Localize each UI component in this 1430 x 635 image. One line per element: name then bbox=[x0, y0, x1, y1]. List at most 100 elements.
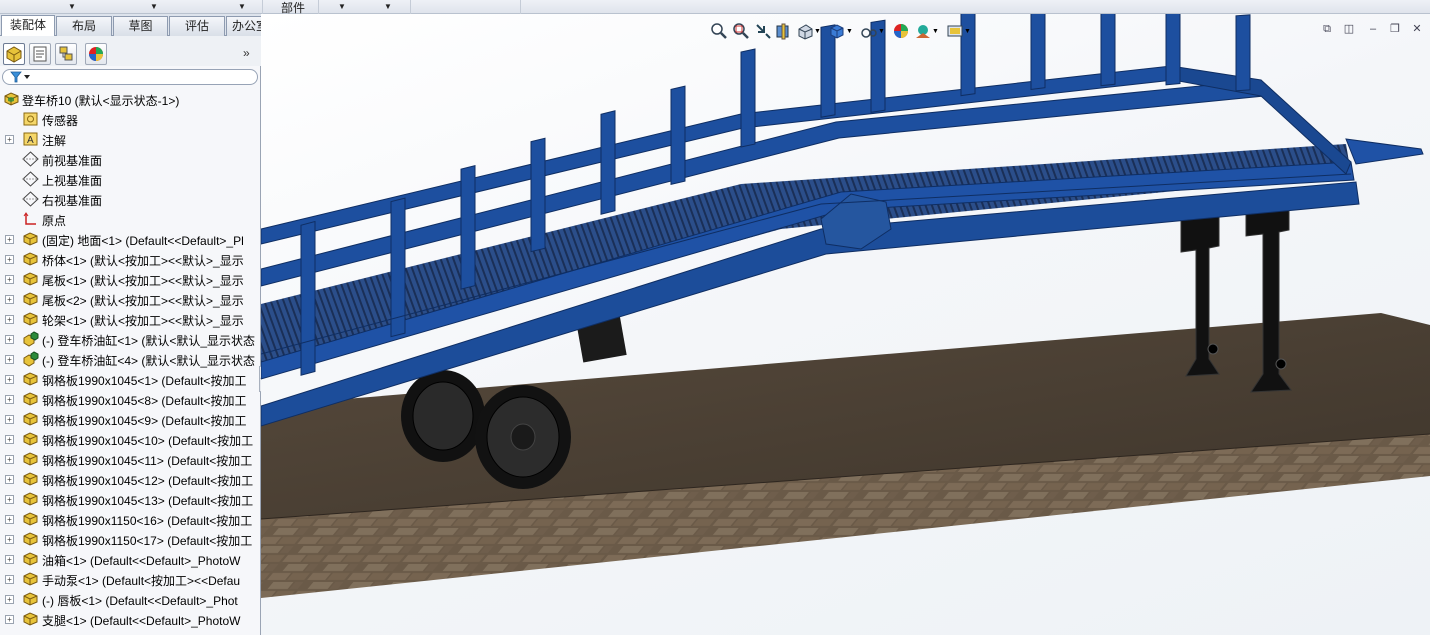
expand-toggle-icon[interactable]: + bbox=[5, 535, 14, 544]
hide-show-items-icon[interactable] bbox=[860, 22, 878, 40]
tree-item[interactable]: 前视基准面 bbox=[0, 149, 261, 169]
tree-item[interactable]: + 钢格板1990x1045<9> (Default<按加工 bbox=[0, 409, 261, 429]
zoom-to-area-icon[interactable] bbox=[732, 22, 750, 40]
tree-item[interactable]: 登车桥10 (默认<显示状态-1>) bbox=[0, 89, 261, 109]
apply-scene-icon[interactable] bbox=[914, 22, 932, 40]
tree-item[interactable]: + 支腿<1> (Default<<Default>_PhotoW bbox=[0, 609, 261, 629]
dropdown-arrow-icon[interactable]: ▼ bbox=[338, 2, 346, 11]
tab-layout[interactable]: 布局 bbox=[56, 16, 112, 36]
tree-item[interactable]: + 钢格板1990x1045<13> (Default<按加工 bbox=[0, 489, 261, 509]
dropdown-arrow-icon[interactable]: ▼ bbox=[150, 2, 158, 11]
part-icon bbox=[22, 571, 39, 587]
feature-manager-tab[interactable] bbox=[3, 43, 25, 65]
display-manager-tab[interactable] bbox=[85, 43, 107, 65]
expand-toggle-icon[interactable]: + bbox=[5, 435, 14, 444]
tree-item[interactable]: + 尾板<2> (默认<按加工><<默认>_显示 bbox=[0, 289, 261, 309]
part-icon bbox=[22, 551, 39, 567]
zoom-to-fit-icon[interactable] bbox=[710, 22, 728, 40]
expand-toggle-icon[interactable]: + bbox=[5, 495, 14, 504]
separator bbox=[262, 0, 263, 14]
tree-item[interactable]: 右视基准面 bbox=[0, 189, 261, 209]
graphics-area[interactable]: ▼ ▼ ▼ ▼ ▼ ⧉ ◫ – ❐ ✕ bbox=[261, 14, 1430, 635]
tree-item[interactable]: + 钢格板1990x1045<12> (Default<按加工 bbox=[0, 469, 261, 489]
tree-item[interactable]: + 钢格板1990x1045<10> (Default<按加工 bbox=[0, 429, 261, 449]
tree-item[interactable]: + 轮架<1> (默认<按加工><<默认>_显示 bbox=[0, 309, 261, 329]
tab-evaluate[interactable]: 评估 bbox=[169, 16, 225, 36]
restore-icon[interactable]: ❐ bbox=[1388, 22, 1402, 36]
tree-item-label: 钢格板1990x1045<11> (Default<按加工 bbox=[42, 454, 253, 468]
part-icon bbox=[22, 411, 39, 427]
part-icon bbox=[22, 451, 39, 467]
tree-item[interactable]: + (-) 唇板<1> (Default<<Default>_Phot bbox=[0, 589, 261, 609]
subassembly-icon bbox=[22, 331, 39, 347]
edit-appearance-icon[interactable] bbox=[892, 22, 910, 40]
tree-item[interactable]: + 钢格板1990x1150<16> (Default<按加工 bbox=[0, 509, 261, 529]
part-icon bbox=[22, 511, 39, 527]
dropdown-arrow-icon[interactable]: ▼ bbox=[384, 2, 392, 11]
expand-toggle-icon[interactable]: + bbox=[5, 355, 14, 364]
tree-item[interactable]: + (-) 登车桥油缸<4> (默认<默认_显示状态 bbox=[0, 349, 261, 369]
expand-toggle-icon[interactable]: + bbox=[5, 555, 14, 564]
part-icon bbox=[22, 471, 39, 487]
tree-item[interactable]: + A 注解 bbox=[0, 129, 261, 149]
tree-item[interactable]: + 桥体<1> (默认<按加工><<默认>_显示 bbox=[0, 249, 261, 269]
tree-item[interactable]: + 钢格板1990x1045<8> (Default<按加工 bbox=[0, 389, 261, 409]
view-settings-icon[interactable] bbox=[946, 22, 964, 40]
display-style-icon[interactable] bbox=[828, 22, 846, 40]
tree-item[interactable]: + (固定) 地面<1> (Default<<Default>_Pl bbox=[0, 229, 261, 249]
leg-pin bbox=[1275, 358, 1287, 370]
expand-toggle-icon[interactable]: + bbox=[5, 475, 14, 484]
expand-toggle-icon[interactable]: + bbox=[5, 615, 14, 624]
wheel-hub bbox=[510, 423, 536, 451]
tab-assembly[interactable]: 装配体 bbox=[1, 15, 55, 37]
tree-item[interactable]: 上视基准面 bbox=[0, 169, 261, 189]
tree-item-label: 钢格板1990x1045<8> (Default<按加工 bbox=[42, 394, 247, 408]
expand-toggle-icon[interactable]: + bbox=[5, 335, 14, 344]
model-viewport[interactable] bbox=[261, 14, 1430, 635]
filter-input[interactable] bbox=[2, 69, 258, 85]
minimize-icon[interactable]: – bbox=[1366, 22, 1380, 36]
expand-panel-icon[interactable]: » bbox=[243, 46, 250, 60]
tree-item[interactable]: + 钢格板1990x1150<17> (Default<按加工 bbox=[0, 529, 261, 549]
filter-icon[interactable] bbox=[9, 71, 31, 83]
tree-item[interactable]: 传感器 bbox=[0, 109, 261, 129]
tree-item-label: (-) 登车桥油缸<4> (默认<默认_显示状态 bbox=[42, 354, 256, 368]
expand-toggle-icon[interactable]: + bbox=[5, 415, 14, 424]
dropdown-arrow-icon[interactable]: ▼ bbox=[238, 2, 246, 11]
tile-horizontal-icon[interactable]: ⧉ bbox=[1320, 22, 1334, 36]
configuration-manager-tab[interactable] bbox=[55, 43, 77, 65]
close-icon[interactable]: ✕ bbox=[1410, 22, 1424, 36]
tile-vertical-icon[interactable]: ◫ bbox=[1342, 22, 1356, 36]
svg-text:A: A bbox=[27, 135, 34, 146]
tree-item-label: 登车桥10 (默认<显示状态-1>) bbox=[22, 94, 180, 108]
tree-item[interactable]: + 尾板<1> (默认<按加工><<默认>_显示 bbox=[0, 269, 261, 289]
tree-item[interactable]: + 手动泵<1> (Default<按加工><<Defau bbox=[0, 569, 261, 589]
expand-toggle-icon[interactable]: + bbox=[5, 235, 14, 244]
tree-item[interactable]: + (-) 登车桥油缸<1> (默认<默认_显示状态 bbox=[0, 329, 261, 349]
expand-toggle-icon[interactable]: + bbox=[5, 255, 14, 264]
expand-toggle-icon[interactable]: + bbox=[5, 295, 14, 304]
dropdown-arrow-icon[interactable]: ▼ bbox=[964, 28, 982, 46]
property-manager-tab[interactable] bbox=[29, 43, 51, 65]
tree-item[interactable]: + 钢格板1990x1045<11> (Default<按加工 bbox=[0, 449, 261, 469]
expand-toggle-icon[interactable]: + bbox=[5, 375, 14, 384]
expand-toggle-icon[interactable]: + bbox=[5, 315, 14, 324]
expand-toggle-icon[interactable]: + bbox=[5, 135, 14, 144]
view-orientation-icon[interactable] bbox=[796, 22, 814, 40]
feature-tree: 登车桥10 (默认<显示状态-1>) 传感器 + A 注解 前视基准面 上视基准面 右视基准面… bbox=[0, 89, 261, 635]
origin-icon bbox=[22, 211, 39, 227]
tree-item[interactable]: + 钢格板1990x1045<1> (Default<按加工 bbox=[0, 369, 261, 389]
tree-item[interactable]: 原点 bbox=[0, 209, 261, 229]
previous-view-icon[interactable] bbox=[754, 22, 772, 40]
expand-toggle-icon[interactable]: + bbox=[5, 395, 14, 404]
separator bbox=[318, 0, 319, 14]
expand-toggle-icon[interactable]: + bbox=[5, 595, 14, 604]
expand-toggle-icon[interactable]: + bbox=[5, 275, 14, 284]
dropdown-arrow-icon[interactable]: ▼ bbox=[68, 2, 76, 11]
expand-toggle-icon[interactable]: + bbox=[5, 515, 14, 524]
expand-toggle-icon[interactable]: + bbox=[5, 455, 14, 464]
tab-sketch[interactable]: 草图 bbox=[113, 16, 168, 36]
section-view-icon[interactable] bbox=[774, 22, 792, 40]
expand-toggle-icon[interactable]: + bbox=[5, 575, 14, 584]
tree-item[interactable]: + 油箱<1> (Default<<Default>_PhotoW bbox=[0, 549, 261, 569]
